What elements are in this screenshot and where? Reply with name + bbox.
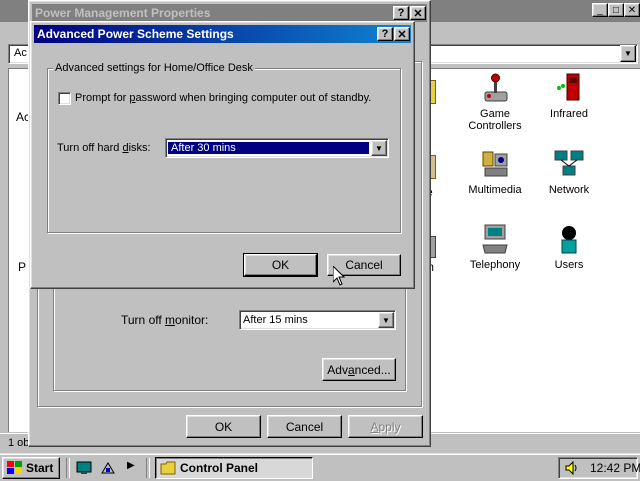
- harddisk-select[interactable]: After 30 mins ▼: [165, 138, 389, 158]
- infrared-icon: [557, 73, 580, 101]
- icon-label: Infrared: [550, 108, 588, 120]
- maximize-button[interactable]: □: [608, 3, 624, 17]
- joystick-icon: [484, 73, 508, 102]
- monitor-select[interactable]: After 15 mins ▼: [239, 310, 396, 330]
- ok-button[interactable]: OK: [243, 253, 318, 277]
- channel-bar-icon[interactable]: [100, 461, 116, 475]
- close-button[interactable]: ✕: [394, 27, 410, 41]
- icon-label: Game: [480, 108, 510, 120]
- close-button[interactable]: ✕: [410, 6, 426, 20]
- control-panel-icon: [160, 461, 176, 475]
- icon-label: Users: [554, 259, 584, 271]
- advanced-button[interactable]: Adv a nced...: [322, 358, 396, 381]
- user-icon: [561, 226, 577, 254]
- password-checkbox[interactable]: [58, 92, 71, 105]
- taskbar-task-control-panel[interactable]: Control Panel: [155, 457, 313, 479]
- left-pane-fragment-2: P: [18, 260, 27, 274]
- advanced-settings-dialog: Advanced Power Scheme Settings ? ✕ Advan…: [30, 21, 415, 289]
- address-fragment: Ac: [14, 47, 27, 59]
- show-desktop-icon[interactable]: [76, 461, 92, 475]
- chevron-down-icon[interactable]: ▼: [378, 312, 394, 328]
- monitor-select-value: After 15 mins: [243, 314, 308, 326]
- icon-telephony[interactable]: Telephony: [455, 223, 535, 271]
- help-button[interactable]: ?: [377, 27, 393, 41]
- icon-label: Controllers: [468, 120, 522, 132]
- chevron-right-icon[interactable]: ▶: [127, 460, 135, 471]
- status-text: 1 ob: [8, 437, 30, 449]
- chevron-down-icon[interactable]: ▼: [371, 140, 387, 156]
- icon-users[interactable]: Users: [529, 223, 609, 271]
- power-dialog-title: Power Management Properties: [35, 6, 211, 20]
- start-button[interactable]: Start: [2, 457, 60, 479]
- icon-label: Network: [548, 184, 590, 196]
- group-title: Advanced settings for Home/Office Desk: [53, 62, 255, 74]
- monitor-label: Turn off monitor:: [121, 313, 209, 327]
- help-button[interactable]: ?: [393, 6, 409, 20]
- ok-button[interactable]: OK: [186, 415, 261, 438]
- mouse-cursor-icon: [333, 266, 345, 286]
- password-checkbox-label: Prompt for password when bringing comput…: [75, 92, 372, 104]
- volume-icon[interactable]: [565, 461, 579, 475]
- advanced-dialog-titlebar: Advanced Power Scheme Settings ? ✕: [34, 25, 411, 43]
- network-icon: [554, 150, 584, 176]
- harddisk-label: Turn off hard disks:: [57, 142, 151, 154]
- icon-network[interactable]: Network: [529, 148, 609, 196]
- advanced-dialog-title: Advanced Power Scheme Settings: [37, 27, 234, 41]
- icon-infrared[interactable]: Infrared: [529, 72, 609, 120]
- quicklaunch-separator: [66, 458, 70, 478]
- icon-game-controllers[interactable]: Game Controllers: [455, 72, 535, 132]
- taskbar: Start ▶ Control Panel 12:42 PM: [0, 453, 640, 481]
- clock[interactable]: 12:42 PM: [590, 461, 640, 475]
- icon-label: Multimedia: [468, 184, 522, 196]
- icon-label: Telephony: [469, 259, 521, 271]
- tasks-separator: [146, 458, 150, 478]
- address-dropdown-button[interactable]: ▼: [620, 45, 636, 62]
- power-dialog-titlebar: Power Management Properties ? ✕: [32, 4, 427, 22]
- apply-button[interactable]: Apply: [348, 415, 423, 438]
- harddisk-select-value: After 30 mins: [167, 141, 370, 155]
- cancel-button[interactable]: Cancel: [267, 415, 342, 438]
- close-button[interactable]: ✕: [624, 3, 640, 17]
- icon-multimedia[interactable]: Multimedia: [455, 148, 535, 196]
- telephone-icon: [482, 224, 508, 254]
- minimize-button[interactable]: _: [592, 3, 608, 17]
- multimedia-icon: [482, 151, 508, 177]
- windows-logo-icon: [7, 461, 22, 474]
